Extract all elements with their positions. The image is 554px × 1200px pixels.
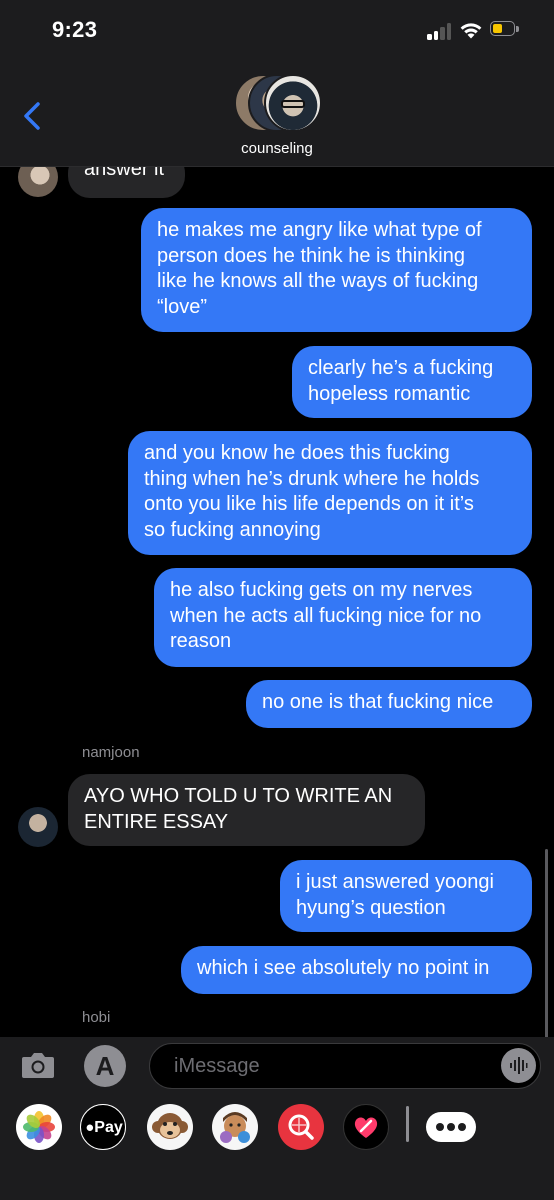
received-message[interactable]: answer it [68,167,185,198]
scrollbar[interactable] [545,849,548,1037]
sent-message[interactable]: i just answered yoongi hyung’s question [280,860,532,932]
sender-name: hobi [82,1009,111,1026]
compose-bar: A [0,1037,554,1095]
avatar [18,807,58,847]
message-input[interactable] [172,1044,496,1089]
camera-icon[interactable] [20,1050,56,1080]
audio-message-icon[interactable] [501,1048,536,1083]
image-search-icon[interactable] [278,1104,324,1150]
avatar [264,74,322,132]
sent-message[interactable]: he makes me angry like what type of pers… [141,208,532,332]
more-icon[interactable] [426,1112,476,1142]
wifi-icon [460,23,482,39]
chevron-left-icon[interactable] [20,100,44,132]
memoji-icon[interactable] [212,1104,258,1150]
sent-message[interactable]: and you know he does this fucking thing … [128,431,532,555]
message-input-container[interactable] [149,1043,541,1089]
group-avatar[interactable] [234,74,322,132]
sent-message[interactable]: clearly he’s a fucking hopeless romantic [292,346,532,418]
sent-message[interactable]: he also fucking gets on my nerves when h… [154,568,532,667]
sender-name: namjoon [82,744,140,761]
memoji-monkey-icon[interactable] [147,1104,193,1150]
app-drawer: ●Pay [0,1095,554,1200]
message-thread[interactable]: answer it he makes me angry like what ty… [0,167,554,1037]
received-message[interactable]: AYO WHO TOLD U TO WRITE AN ENTIRE ESSAY [68,774,425,846]
digital-touch-icon[interactable] [343,1104,389,1150]
sent-message[interactable]: no one is that fucking nice [246,680,532,728]
group-name[interactable]: counseling [0,140,554,157]
avatar [18,167,58,197]
sent-message[interactable]: which i see absolutely no point in [181,946,532,994]
app-store-icon[interactable]: A [84,1045,126,1087]
battery-icon [490,21,520,38]
cellular-signal-icon [427,22,453,40]
apple-pay-label: Pay [94,1119,123,1136]
status-time: 9:23 [52,17,98,42]
status-bar: 9:23 [0,0,554,60]
apple-pay-icon[interactable]: ●Pay [80,1104,126,1150]
drawer-divider [406,1106,409,1142]
photos-icon[interactable] [16,1104,62,1150]
conversation-header: counseling [0,60,554,167]
